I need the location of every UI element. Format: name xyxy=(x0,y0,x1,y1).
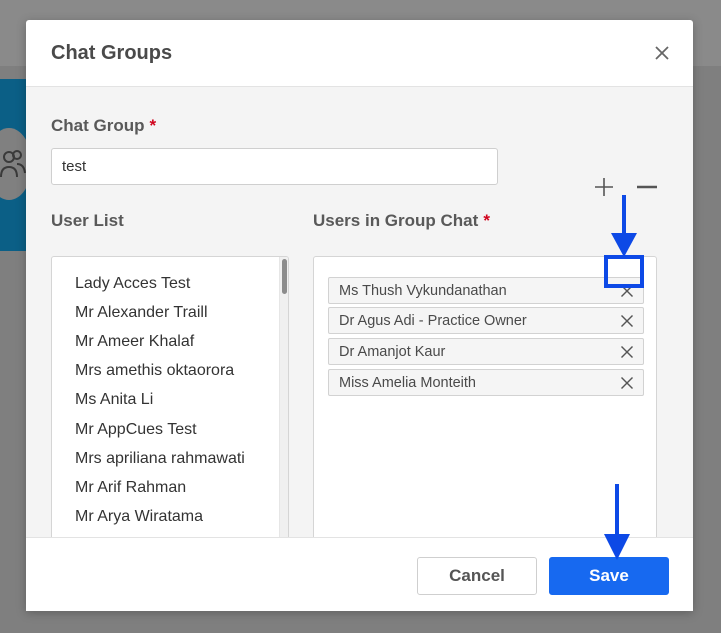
required-mark: * xyxy=(149,116,157,135)
chat-group-label: Chat Group * xyxy=(51,116,157,135)
scrollbar-thumb[interactable] xyxy=(282,259,287,294)
user-list-scrollbar[interactable] xyxy=(279,257,288,539)
group-user-chip: Miss Amelia Monteith xyxy=(328,369,644,396)
save-button[interactable]: Save xyxy=(549,557,669,595)
dialog-footer: Cancel Save xyxy=(26,537,693,611)
group-user-chip: Dr Agus Adi - Practice Owner xyxy=(328,307,644,334)
list-item[interactable]: Lady Acces Test xyxy=(75,275,190,293)
list-item[interactable]: Mr Alexander Traill xyxy=(75,304,208,322)
dialog-body: Chat Group* User List Users in Group Cha… xyxy=(26,87,693,540)
list-item[interactable]: Mr Arif Rahman xyxy=(75,479,186,497)
dialog-title: Chat Groups xyxy=(51,42,173,64)
remove-user-icon[interactable] xyxy=(620,345,634,359)
user-list-label: User List xyxy=(51,211,124,230)
list-item[interactable]: Ms Anita Li xyxy=(75,391,153,409)
list-item[interactable]: Mr AppCues Test xyxy=(75,421,197,439)
list-item[interactable]: Mr Ameer Khalaf xyxy=(75,333,194,351)
list-item[interactable]: Mrs apriliana rahmawati xyxy=(75,450,245,468)
chat-group-input[interactable] xyxy=(51,148,498,185)
required-mark: * xyxy=(483,211,490,230)
chat-groups-dialog: Chat Groups Chat Group* User List Users … xyxy=(26,20,693,611)
remove-icon[interactable] xyxy=(635,175,659,199)
chip-label: Miss Amelia Monteith xyxy=(339,375,476,391)
dialog-header: Chat Groups xyxy=(26,20,693,87)
user-list[interactable]: Lady Acces Test Mr Alexander Traill Mr A… xyxy=(51,256,289,540)
remove-user-icon[interactable] xyxy=(620,376,634,390)
chip-label: Ms Thush Vykundanathan xyxy=(339,283,507,299)
annotation-highlight-box xyxy=(604,255,644,288)
close-icon[interactable] xyxy=(653,44,671,62)
list-item[interactable]: Mrs amethis oktaorora xyxy=(75,362,234,380)
chip-label: Dr Amanjot Kaur xyxy=(339,344,446,360)
group-user-chip: Ms Thush Vykundanathan xyxy=(328,277,644,304)
users-icon xyxy=(0,150,26,178)
group-users-box: Ms Thush Vykundanathan Dr Agus Adi - Pra… xyxy=(313,256,657,540)
remove-user-icon[interactable] xyxy=(620,314,634,328)
cancel-button[interactable]: Cancel xyxy=(417,557,537,595)
group-user-chip: Dr Amanjot Kaur xyxy=(328,338,644,365)
add-icon[interactable] xyxy=(592,175,616,199)
group-users-label: Users in Group Chat * xyxy=(313,211,490,230)
chip-label: Dr Agus Adi - Practice Owner xyxy=(339,313,527,329)
list-item[interactable]: Mr Arya Wiratama xyxy=(75,508,203,526)
